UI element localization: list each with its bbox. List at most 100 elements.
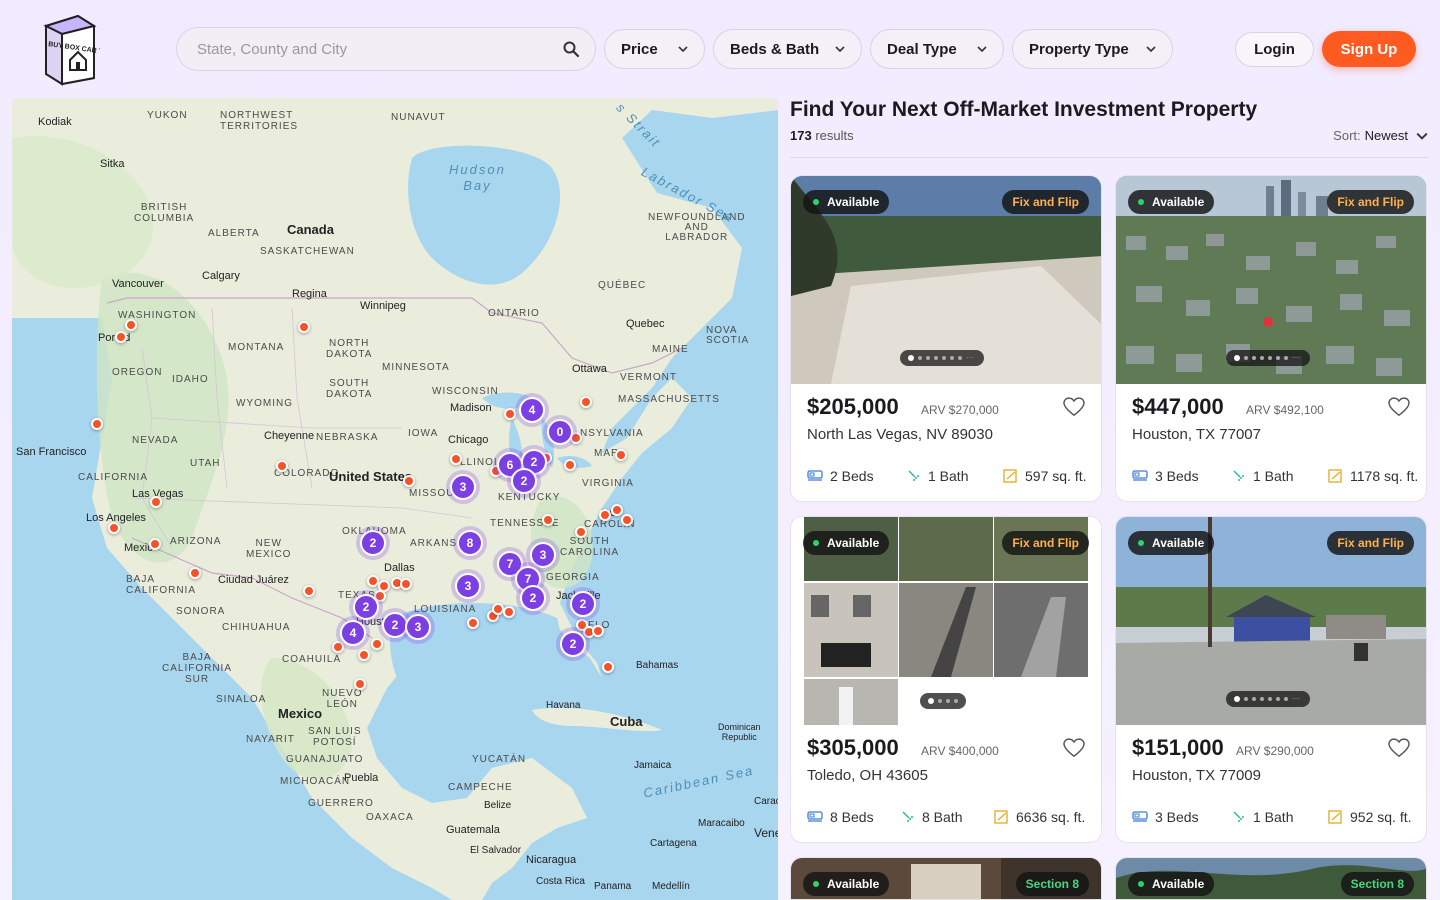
map-city-medellin: Medellín bbox=[652, 881, 690, 892]
map-cluster[interactable]: 3 bbox=[455, 573, 481, 599]
logo-icon[interactable]: BUY BOX CAR TEL bbox=[40, 12, 100, 86]
map-pin[interactable] bbox=[592, 625, 604, 637]
listing-price: $205,000 bbox=[807, 394, 899, 419]
filter-beds-bath[interactable]: Beds & Bath bbox=[713, 29, 862, 69]
map-city-vene: Vene bbox=[754, 826, 778, 840]
map-city-madison: Madison bbox=[450, 402, 492, 414]
map-pin[interactable] bbox=[91, 418, 103, 430]
map-pin[interactable] bbox=[611, 504, 623, 516]
map-pin[interactable] bbox=[303, 585, 315, 597]
map-pin[interactable] bbox=[450, 453, 462, 465]
map-pin[interactable] bbox=[621, 514, 633, 526]
map-cluster[interactable]: 2 bbox=[511, 468, 537, 494]
map-pin[interactable] bbox=[189, 567, 201, 579]
photo-pager[interactable] bbox=[920, 693, 966, 709]
search-icon[interactable] bbox=[563, 41, 579, 57]
login-button[interactable]: Login bbox=[1235, 32, 1314, 67]
map-cluster[interactable]: 2 bbox=[360, 530, 386, 556]
filter-deal-type[interactable]: Deal Type bbox=[870, 29, 1004, 69]
listing-baths-label: 1 Bath bbox=[1253, 468, 1294, 484]
map-cluster[interactable]: 4 bbox=[340, 620, 366, 646]
map-pin[interactable] bbox=[125, 319, 137, 331]
deal-type-badge: Fix and Flip bbox=[1002, 531, 1089, 555]
listing-beds-label: 3 Beds bbox=[1155, 468, 1199, 484]
photo-pager[interactable]: ··· bbox=[900, 350, 984, 366]
signup-button[interactable]: Sign Up bbox=[1322, 31, 1416, 67]
map-cluster[interactable]: 3 bbox=[530, 542, 556, 568]
map-cluster[interactable]: 2 bbox=[570, 591, 596, 617]
map-label-sask: SASKATCHEWAN bbox=[260, 246, 355, 257]
sort-dropdown[interactable]: Sort: Newest bbox=[1333, 128, 1428, 143]
map-label-chihuahua: CHIHUAHUA bbox=[222, 622, 291, 633]
map-cluster[interactable]: 0 bbox=[547, 419, 573, 445]
map-label-california: CALIFORNIA bbox=[78, 472, 149, 483]
map-pin[interactable] bbox=[575, 526, 587, 538]
page-title: Find Your Next Off-Market Investment Pro… bbox=[790, 98, 1258, 121]
deal-type-badge: Fix and Flip bbox=[1327, 190, 1414, 214]
bed-icon bbox=[1132, 811, 1148, 822]
listing-card[interactable]: Available Fix and Flip ··· $151,000 ARV … bbox=[1115, 516, 1427, 843]
map-pin[interactable] bbox=[115, 331, 127, 343]
map-pin[interactable] bbox=[542, 514, 554, 526]
map-city-sitka: Sitka bbox=[100, 158, 125, 170]
photo-pager[interactable]: ··· bbox=[1226, 350, 1310, 366]
status-badge: Available bbox=[803, 190, 890, 214]
map-city-calgary: Calgary bbox=[202, 270, 240, 282]
map-city-sanfrancisco: San Francisco bbox=[16, 446, 87, 458]
map-city-panama: Panama bbox=[594, 881, 632, 892]
heart-icon[interactable] bbox=[1063, 738, 1085, 758]
map-pin[interactable] bbox=[108, 522, 120, 534]
map-cluster[interactable]: 2 bbox=[353, 594, 379, 620]
map-city-maracaibo: Maracaibo bbox=[698, 818, 745, 829]
listing-card[interactable]: Available Fix and Flip ··· $205,000 ARV … bbox=[790, 175, 1102, 502]
map-pin[interactable] bbox=[564, 459, 576, 471]
map-pin[interactable] bbox=[354, 678, 366, 690]
map[interactable]: YUKON NORTHWEST TERRITORIES NUNAVUT BRIT… bbox=[12, 98, 778, 900]
map-city-regina: Regina bbox=[292, 288, 327, 300]
map-pin[interactable] bbox=[602, 661, 614, 673]
listing-card[interactable]: Available Fix and Flip $305,000 ARV $400… bbox=[790, 516, 1102, 843]
map-cluster[interactable]: 2 bbox=[520, 585, 546, 611]
map-city-havana: Havana bbox=[546, 700, 581, 711]
map-pin[interactable] bbox=[332, 641, 344, 653]
map-cluster[interactable]: 8 bbox=[457, 530, 483, 556]
listing-card[interactable]: Available Fix and Flip ··· $447,000 ARV … bbox=[1115, 175, 1427, 502]
map-label-sc: SOUTH CAROLINA bbox=[560, 536, 620, 558]
listing-sqft-label: 952 sq. ft. bbox=[1350, 809, 1412, 825]
map-pin[interactable] bbox=[467, 617, 479, 629]
heart-icon[interactable] bbox=[1063, 397, 1085, 417]
chevron-down-icon bbox=[835, 46, 845, 53]
map-pin[interactable] bbox=[580, 396, 592, 408]
map-pin[interactable] bbox=[149, 538, 161, 550]
map-cluster[interactable]: 2 bbox=[560, 631, 586, 657]
map-cluster[interactable]: 3 bbox=[405, 614, 431, 640]
listing-card[interactable]: Available Section 8 bbox=[790, 857, 1102, 900]
map-pin[interactable] bbox=[298, 321, 310, 333]
map-cluster[interactable]: 4 bbox=[519, 397, 545, 423]
shower-icon bbox=[1233, 470, 1244, 481]
map-label-canada: Canada bbox=[287, 222, 334, 237]
map-pin[interactable] bbox=[358, 649, 370, 661]
heart-icon[interactable] bbox=[1388, 738, 1410, 758]
map-label-oaxaca: OAXACA bbox=[366, 812, 414, 823]
map-cluster[interactable]: 3 bbox=[450, 474, 476, 500]
map-pin[interactable] bbox=[599, 509, 611, 521]
map-pin[interactable] bbox=[504, 408, 516, 420]
heart-icon[interactable] bbox=[1388, 397, 1410, 417]
map-pin[interactable] bbox=[371, 638, 383, 650]
map-pin[interactable] bbox=[615, 449, 627, 461]
listing-beds-label: 3 Beds bbox=[1155, 809, 1199, 825]
filter-price[interactable]: Price bbox=[604, 29, 705, 69]
map-pin[interactable] bbox=[400, 578, 412, 590]
map-pin[interactable] bbox=[503, 606, 515, 618]
filter-property-type[interactable]: Property Type bbox=[1012, 29, 1173, 69]
map-pin[interactable] bbox=[403, 475, 415, 487]
map-pin[interactable] bbox=[276, 460, 288, 472]
map-pin[interactable] bbox=[150, 496, 162, 508]
map-label-iowa: IOWA bbox=[408, 428, 439, 439]
map-city-belize: Belize bbox=[484, 800, 512, 811]
photo-pager[interactable]: ··· bbox=[1226, 691, 1310, 707]
search-input[interactable] bbox=[197, 40, 563, 58]
listing-card[interactable]: Available Section 8 bbox=[1115, 857, 1427, 900]
search-box[interactable] bbox=[176, 27, 596, 71]
